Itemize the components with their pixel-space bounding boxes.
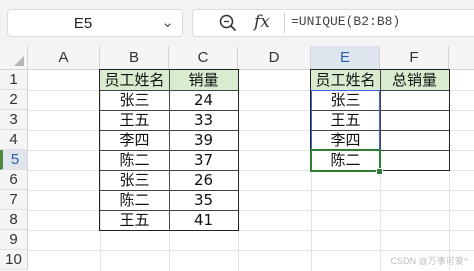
spreadsheet-grid[interactable]: A B C D E F 1 2 3 4 5 6 7 8 9 10 员工姓名 销量… (0, 46, 474, 271)
table-divider (100, 150, 238, 151)
fill-handle[interactable] (376, 168, 383, 175)
column-header-c[interactable]: C (169, 46, 238, 70)
table-divider (100, 110, 238, 111)
column-header-e[interactable]: E (311, 46, 380, 70)
watermark: CSDN @万事可爱^ (390, 256, 468, 266)
name-box-value: E5 (73, 15, 93, 32)
table-divider (100, 90, 238, 91)
zoom-icon[interactable] (219, 14, 237, 32)
table-divider (100, 130, 238, 131)
row-header-3[interactable]: 3 (0, 110, 28, 130)
row-header-9[interactable]: 9 (0, 230, 28, 250)
column-header-d[interactable]: D (238, 46, 311, 70)
function-icon[interactable]: fx (254, 12, 270, 32)
column-header-b[interactable]: B (100, 46, 169, 70)
row-header-10[interactable]: 10 (0, 250, 28, 270)
column-header-a[interactable]: A (28, 46, 100, 70)
name-box[interactable]: E5 ⌄ (7, 9, 183, 37)
gridline (28, 210, 474, 211)
formula-text[interactable]: =UNIQUE(B2:B8) (291, 14, 400, 29)
row-header-4[interactable]: 4 (0, 130, 28, 150)
corner-triangle-icon (14, 56, 24, 66)
divider (284, 13, 285, 33)
row-header-5[interactable]: 5 (0, 150, 28, 170)
table-divider (100, 190, 238, 191)
gridline (28, 190, 474, 191)
row-header-7[interactable]: 7 (0, 190, 28, 210)
row-header-6[interactable]: 6 (0, 170, 28, 190)
column-header-f[interactable]: F (380, 46, 449, 70)
row-header-2[interactable]: 2 (0, 90, 28, 110)
row-header-8[interactable]: 8 (0, 210, 28, 230)
table-divider (100, 210, 238, 211)
column-header-overflow[interactable] (449, 46, 474, 70)
toolbar: E5 ⌄ fx =UNIQUE(B2:B8) (0, 0, 474, 46)
table-divider (100, 170, 238, 171)
gridline (28, 230, 474, 231)
active-cell-selection[interactable] (310, 149, 381, 172)
gridline (28, 250, 474, 251)
chevron-down-icon[interactable]: ⌄ (161, 13, 174, 31)
row-header-1[interactable]: 1 (0, 70, 28, 90)
